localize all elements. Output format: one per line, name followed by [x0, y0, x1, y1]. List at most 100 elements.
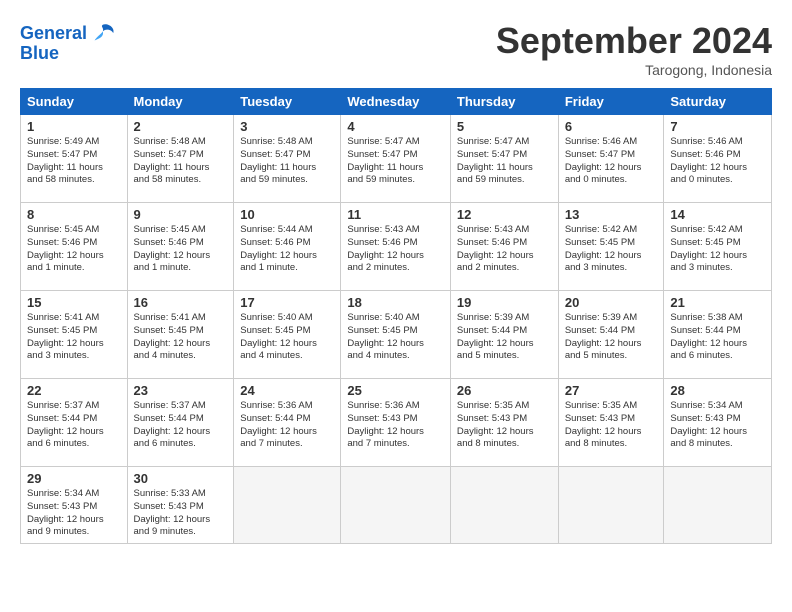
- calendar-header-monday: Monday: [127, 89, 234, 115]
- logo-bird-icon: [89, 20, 117, 48]
- calendar-header-thursday: Thursday: [450, 89, 558, 115]
- calendar-cell: 20Sunrise: 5:39 AM Sunset: 5:44 PM Dayli…: [558, 291, 664, 379]
- day-info: Sunrise: 5:47 AM Sunset: 5:47 PM Dayligh…: [347, 136, 444, 187]
- day-number: 3: [240, 119, 334, 134]
- day-info: Sunrise: 5:34 AM Sunset: 5:43 PM Dayligh…: [27, 488, 121, 539]
- day-info: Sunrise: 5:41 AM Sunset: 5:45 PM Dayligh…: [134, 312, 228, 363]
- calendar-week-2: 8 Sunrise: 5:45 AM Sunset: 5:46 PM Daylig…: [21, 203, 772, 291]
- day-number: 27: [565, 383, 658, 398]
- calendar-cell: 16 Sunrise: 5:41 AM Sunset: 5:45 PM Dayli…: [127, 291, 234, 379]
- day-info: Sunrise: 5:48 AM Sunset: 5:47 PM Dayligh…: [240, 136, 334, 187]
- title-block: September 2024 Tarogong, Indonesia: [496, 20, 772, 78]
- calendar-header-friday: Friday: [558, 89, 664, 115]
- calendar-cell: 22 Sunrise: 5:37 AM Sunset: 5:44 PM Dayli…: [21, 379, 128, 467]
- day-info: Sunrise: 5:45 AM Sunset: 5:46 PM Dayligh…: [27, 224, 121, 275]
- day-info: Sunrise: 5:46 AM Sunset: 5:46 PM Dayligh…: [670, 136, 765, 187]
- calendar-cell: [664, 467, 772, 544]
- logo: General Blue: [20, 20, 117, 64]
- calendar-cell: [558, 467, 664, 544]
- calendar-cell: 8 Sunrise: 5:45 AM Sunset: 5:46 PM Daylig…: [21, 203, 128, 291]
- calendar-cell: 11Sunrise: 5:43 AM Sunset: 5:46 PM Dayli…: [341, 203, 451, 291]
- calendar-header-sunday: Sunday: [21, 89, 128, 115]
- day-info: Sunrise: 5:37 AM Sunset: 5:44 PM Dayligh…: [134, 400, 228, 451]
- calendar-cell: 7 Sunrise: 5:46 AM Sunset: 5:46 PM Daylig…: [664, 115, 772, 203]
- day-info: Sunrise: 5:35 AM Sunset: 5:43 PM Dayligh…: [565, 400, 658, 451]
- day-number: 21: [670, 295, 765, 310]
- day-number: 24: [240, 383, 334, 398]
- page: General Blue September 2024 Tarogong, In…: [0, 0, 792, 612]
- day-info: Sunrise: 5:39 AM Sunset: 5:44 PM Dayligh…: [457, 312, 552, 363]
- logo-text: General: [20, 24, 87, 44]
- day-number: 5: [457, 119, 552, 134]
- calendar-cell: 1Sunrise: 5:49 AM Sunset: 5:47 PM Daylig…: [21, 115, 128, 203]
- day-number: 11: [347, 207, 444, 222]
- day-info: Sunrise: 5:37 AM Sunset: 5:44 PM Dayligh…: [27, 400, 121, 451]
- day-number: 15: [27, 295, 121, 310]
- calendar-cell: 29 Sunrise: 5:34 AM Sunset: 5:43 PM Dayli…: [21, 467, 128, 544]
- day-info: Sunrise: 5:33 AM Sunset: 5:43 PM Dayligh…: [134, 488, 228, 539]
- day-info: Sunrise: 5:36 AM Sunset: 5:43 PM Dayligh…: [347, 400, 444, 451]
- day-info: Sunrise: 5:36 AM Sunset: 5:44 PM Dayligh…: [240, 400, 334, 451]
- day-number: 18: [347, 295, 444, 310]
- calendar-cell: 13Sunrise: 5:42 AM Sunset: 5:45 PM Dayli…: [558, 203, 664, 291]
- calendar-cell: 2 Sunrise: 5:48 AM Sunset: 5:47 PM Daylig…: [127, 115, 234, 203]
- day-number: 14: [670, 207, 765, 222]
- calendar-cell: 5 Sunrise: 5:47 AM Sunset: 5:47 PM Daylig…: [450, 115, 558, 203]
- day-number: 10: [240, 207, 334, 222]
- calendar-cell: 3 Sunrise: 5:48 AM Sunset: 5:47 PM Daylig…: [234, 115, 341, 203]
- calendar-week-5: 29 Sunrise: 5:34 AM Sunset: 5:43 PM Dayli…: [21, 467, 772, 544]
- day-info: Sunrise: 5:41 AM Sunset: 5:45 PM Dayligh…: [27, 312, 121, 363]
- calendar-cell: [450, 467, 558, 544]
- subtitle: Tarogong, Indonesia: [496, 62, 772, 78]
- day-number: 28: [670, 383, 765, 398]
- calendar-header-row: SundayMondayTuesdayWednesdayThursdayFrid…: [21, 89, 772, 115]
- day-number: 19: [457, 295, 552, 310]
- day-info: Sunrise: 5:38 AM Sunset: 5:44 PM Dayligh…: [670, 312, 765, 363]
- calendar-cell: 9 Sunrise: 5:45 AM Sunset: 5:46 PM Daylig…: [127, 203, 234, 291]
- day-number: 2: [134, 119, 228, 134]
- calendar-table: SundayMondayTuesdayWednesdayThursdayFrid…: [20, 88, 772, 544]
- day-info: Sunrise: 5:39 AM Sunset: 5:44 PM Dayligh…: [565, 312, 658, 363]
- calendar-header-saturday: Saturday: [664, 89, 772, 115]
- day-info: Sunrise: 5:45 AM Sunset: 5:46 PM Dayligh…: [134, 224, 228, 275]
- day-info: Sunrise: 5:40 AM Sunset: 5:45 PM Dayligh…: [347, 312, 444, 363]
- logo-text2: Blue: [20, 44, 59, 64]
- day-number: 7: [670, 119, 765, 134]
- day-info: Sunrise: 5:46 AM Sunset: 5:47 PM Dayligh…: [565, 136, 658, 187]
- calendar-cell: 27 Sunrise: 5:35 AM Sunset: 5:43 PM Dayli…: [558, 379, 664, 467]
- day-number: 30: [134, 471, 228, 486]
- calendar-cell: 17Sunrise: 5:40 AM Sunset: 5:45 PM Dayli…: [234, 291, 341, 379]
- day-info: Sunrise: 5:42 AM Sunset: 5:45 PM Dayligh…: [670, 224, 765, 275]
- month-title: September 2024: [496, 20, 772, 62]
- day-info: Sunrise: 5:35 AM Sunset: 5:43 PM Dayligh…: [457, 400, 552, 451]
- calendar-cell: 10 Sunrise: 5:44 AM Sunset: 5:46 PM Dayli…: [234, 203, 341, 291]
- calendar-cell: 18 Sunrise: 5:40 AM Sunset: 5:45 PM Dayli…: [341, 291, 451, 379]
- day-number: 8: [27, 207, 121, 222]
- day-number: 9: [134, 207, 228, 222]
- calendar-cell: 25Sunrise: 5:36 AM Sunset: 5:43 PM Dayli…: [341, 379, 451, 467]
- day-number: 17: [240, 295, 334, 310]
- day-number: 22: [27, 383, 121, 398]
- header: General Blue September 2024 Tarogong, In…: [20, 20, 772, 78]
- calendar-week-3: 15 Sunrise: 5:41 AM Sunset: 5:45 PM Dayli…: [21, 291, 772, 379]
- day-number: 13: [565, 207, 658, 222]
- day-number: 6: [565, 119, 658, 134]
- calendar-cell: 26Sunrise: 5:35 AM Sunset: 5:43 PM Dayli…: [450, 379, 558, 467]
- day-info: Sunrise: 5:34 AM Sunset: 5:43 PM Dayligh…: [670, 400, 765, 451]
- day-number: 16: [134, 295, 228, 310]
- calendar-week-1: 1Sunrise: 5:49 AM Sunset: 5:47 PM Daylig…: [21, 115, 772, 203]
- calendar-cell: [234, 467, 341, 544]
- calendar-cell: 15 Sunrise: 5:41 AM Sunset: 5:45 PM Dayli…: [21, 291, 128, 379]
- day-number: 4: [347, 119, 444, 134]
- calendar-cell: 4 Sunrise: 5:47 AM Sunset: 5:47 PM Daylig…: [341, 115, 451, 203]
- calendar-cell: 12Sunrise: 5:43 AM Sunset: 5:46 PM Dayli…: [450, 203, 558, 291]
- calendar-cell: 28 Sunrise: 5:34 AM Sunset: 5:43 PM Dayli…: [664, 379, 772, 467]
- day-info: Sunrise: 5:48 AM Sunset: 5:47 PM Dayligh…: [134, 136, 228, 187]
- calendar-cell: 6 Sunrise: 5:46 AM Sunset: 5:47 PM Daylig…: [558, 115, 664, 203]
- calendar-body: 1Sunrise: 5:49 AM Sunset: 5:47 PM Daylig…: [21, 115, 772, 544]
- day-number: 29: [27, 471, 121, 486]
- day-info: Sunrise: 5:44 AM Sunset: 5:46 PM Dayligh…: [240, 224, 334, 275]
- calendar-cell: 21 Sunrise: 5:38 AM Sunset: 5:44 PM Dayli…: [664, 291, 772, 379]
- calendar-cell: 24 Sunrise: 5:36 AM Sunset: 5:44 PM Dayli…: [234, 379, 341, 467]
- day-info: Sunrise: 5:47 AM Sunset: 5:47 PM Dayligh…: [457, 136, 552, 187]
